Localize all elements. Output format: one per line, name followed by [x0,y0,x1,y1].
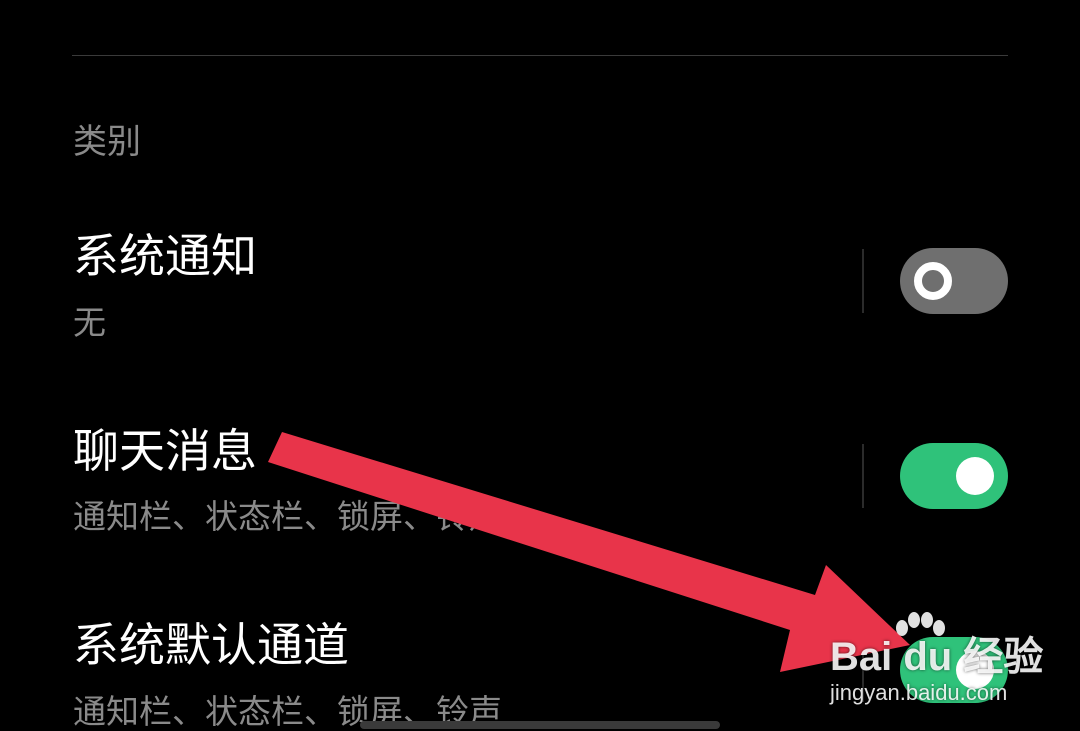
row-separator [862,444,864,508]
section-header-category: 类别 [73,122,141,162]
row-title: 系统默认通道 [73,618,349,672]
row-subtitle: 通知栏、状态栏、锁屏、铃声 [73,497,502,536]
toggle-switch[interactable] [900,637,1008,703]
toggle-switch[interactable] [900,443,1008,509]
top-divider [72,55,1008,56]
row-separator [862,638,864,702]
row-title: 聊天消息 [73,424,257,478]
gesture-bar[interactable] [360,721,720,729]
row-subtitle: 无 [73,303,106,342]
toggle-knob [956,457,994,495]
toggle-knob [914,262,952,300]
toggle-switch[interactable] [900,248,1008,314]
row-separator [862,249,864,313]
toggle-knob [956,651,994,689]
row-title: 系统通知 [73,229,257,283]
